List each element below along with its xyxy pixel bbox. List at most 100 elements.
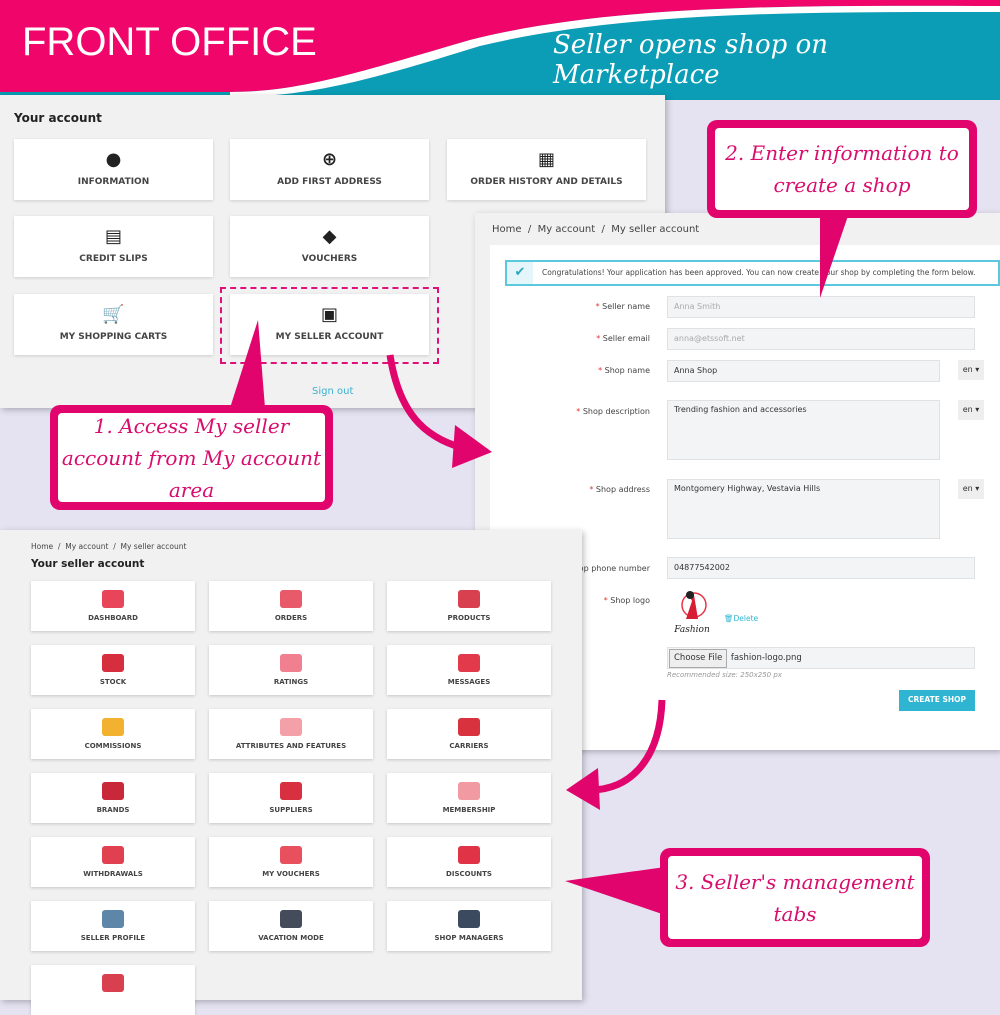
account-tile-information[interactable]: ● INFORMATION — [14, 139, 213, 200]
vouchers-icon — [280, 846, 302, 864]
seller-tile-seller-profile[interactable]: SELLER PROFILE — [31, 901, 195, 951]
seller-tile-stock[interactable]: STOCK — [31, 645, 195, 695]
seller-tile-dashboard[interactable]: DASHBOARD — [31, 581, 195, 631]
seller-tile-withdrawals[interactable]: WITHDRAWALS — [31, 837, 195, 887]
receipt-icon: ▤ — [104, 226, 122, 247]
delete-logo-link[interactable]: 🗑Delete — [724, 614, 758, 623]
tile-label: BRANDS — [96, 806, 130, 814]
orders-icon — [280, 590, 302, 608]
tile-label: ORDER HISTORY AND DETAILS — [470, 177, 623, 187]
banner-subtitle: Seller opens shop on Marketplace — [553, 30, 828, 90]
account-tile-add-first-address[interactable]: ⊕ ADD FIRST ADDRESS — [230, 139, 429, 200]
callout-1-pointer — [230, 320, 265, 408]
callout-step-2-text: 2. Enter information to create a shop — [715, 128, 969, 210]
shop-name-language-select[interactable]: en ▾ — [958, 360, 984, 380]
breadcrumb-home[interactable]: Home — [492, 224, 522, 235]
seller-tile-shop[interactable] — [31, 965, 195, 1015]
account-tile-credit-slips[interactable]: ▤ CREDIT SLIPS — [14, 216, 213, 277]
callout-step-3: 3. Seller's management tabs — [660, 848, 930, 947]
breadcrumb-my-account[interactable]: My account — [65, 542, 108, 551]
shop-description-language-select[interactable]: en ▾ — [958, 400, 984, 420]
ratings-icon — [280, 654, 302, 672]
seller-tile-orders[interactable]: ORDERS — [209, 581, 373, 631]
seller-tile-vacation-mode[interactable]: VACATION MODE — [209, 901, 373, 951]
callout-step-1: 1. Access My seller account from My acco… — [50, 405, 333, 510]
breadcrumb-current: My seller account — [611, 224, 700, 235]
seller-tile-discounts[interactable]: DISCOUNTS — [387, 837, 551, 887]
tile-label: SUPPLIERS — [269, 806, 313, 814]
shop-description-textarea[interactable]: Trending fashion and accessories — [667, 400, 940, 460]
breadcrumb-current: My seller account — [120, 542, 187, 551]
seller-tile-shop-managers[interactable]: SHOP MANAGERS — [387, 901, 551, 951]
breadcrumb-my-account[interactable]: My account — [538, 224, 596, 235]
account-tile-vouchers[interactable]: ◆ VOUCHERS — [230, 216, 429, 277]
shop-address-label: * Shop address — [589, 485, 650, 494]
seller-tile-my-vouchers[interactable]: MY VOUCHERS — [209, 837, 373, 887]
logo-file-input[interactable]: Choose File fashion-logo.png — [667, 647, 975, 669]
shop-description-label: * Shop description — [576, 407, 650, 416]
seller-tile-products[interactable]: PRODUCTS — [387, 581, 551, 631]
cart-icon: 🛒 — [102, 304, 125, 325]
seller-tile-brands[interactable]: BRANDS — [31, 773, 195, 823]
seller-page-title: Your seller account — [31, 558, 145, 570]
user-circle-icon: ● — [105, 149, 122, 170]
sign-out-link[interactable]: Sign out — [312, 386, 353, 397]
shop-address-textarea[interactable]: Montgomery Highway, Vestavia Hills — [667, 479, 940, 539]
seller-email-input[interactable]: anna@etssoft.net — [667, 328, 975, 350]
products-icon — [458, 590, 480, 608]
shop-address-language-select[interactable]: en ▾ — [958, 479, 984, 499]
tile-label: MY VOUCHERS — [262, 870, 320, 878]
tile-label: RATINGS — [273, 678, 309, 686]
fashion-logo-icon — [681, 591, 707, 619]
seller-profile-icon — [102, 910, 124, 928]
tile-label: ATTRIBUTES AND FEATURES — [235, 742, 347, 750]
account-tile-my-shopping-carts[interactable]: 🛒 MY SHOPPING CARTS — [14, 294, 213, 355]
shop-managers-icon — [458, 910, 480, 928]
carriers-icon — [458, 718, 480, 736]
tile-label: COMMISSIONS — [84, 742, 142, 750]
seller-tile-ratings[interactable]: RATINGS — [209, 645, 373, 695]
seller-tile-attributes-and-features[interactable]: ATTRIBUTES AND FEATURES — [209, 709, 373, 759]
seller-email-label: * Seller email — [596, 334, 650, 343]
vacation-icon — [280, 910, 302, 928]
shop-name-input[interactable]: Anna Shop — [667, 360, 940, 382]
logo-hint: Recommended size: 250x250 px — [667, 671, 782, 679]
commissions-icon — [102, 718, 124, 736]
file-name: fashion-logo.png — [730, 653, 802, 663]
account-tile-order-history-and-details[interactable]: ▦ ORDER HISTORY AND DETAILS — [447, 139, 646, 200]
success-alert: ✔ Congratulations! Your application has b… — [505, 260, 1000, 286]
map-pin-plus-icon: ⊕ — [321, 149, 338, 170]
choose-file-button[interactable]: Choose File — [669, 649, 728, 668]
seller-tile-messages[interactable]: MESSAGES — [387, 645, 551, 695]
tile-label: DASHBOARD — [88, 614, 138, 622]
tile-label: ORDERS — [274, 614, 308, 622]
seller-breadcrumb: Home / My account / My seller account — [31, 542, 187, 551]
tile-label: VOUCHERS — [301, 254, 358, 264]
tile-label: ADD FIRST ADDRESS — [277, 177, 382, 187]
callout-2-pointer — [820, 210, 850, 298]
callout-3-pointer — [565, 867, 665, 915]
tag-icon: ◆ — [322, 226, 337, 247]
messages-icon — [458, 654, 480, 672]
callout-step-1-text: 1. Access My seller account from My acco… — [58, 413, 325, 502]
breadcrumb-home[interactable]: Home — [31, 542, 53, 551]
calendar-icon: ▦ — [537, 149, 555, 170]
shop-phone-input[interactable]: 04877542002 — [667, 557, 975, 579]
shop-name-label: * Shop name — [598, 366, 650, 375]
seller-tile-suppliers[interactable]: SUPPLIERS — [209, 773, 373, 823]
seller-tile-commissions[interactable]: COMMISSIONS — [31, 709, 195, 759]
attributes-icon — [280, 718, 302, 736]
tile-label: MESSAGES — [447, 678, 491, 686]
callout-step-3-text: 3. Seller's management tabs — [668, 856, 922, 939]
tile-label: WITHDRAWALS — [83, 870, 143, 878]
seller-tile-carriers[interactable]: CARRIERS — [387, 709, 551, 759]
shop-logo-image: Fashion — [668, 589, 716, 639]
tile-label: MEMBERSHIP — [442, 806, 496, 814]
create-shop-button[interactable]: CREATE SHOP — [899, 690, 975, 711]
tile-label: SELLER PROFILE — [80, 934, 146, 942]
tile-label: PRODUCTS — [447, 614, 491, 622]
tile-label: CREDIT SLIPS — [79, 254, 148, 264]
seller-tile-membership[interactable]: MEMBERSHIP — [387, 773, 551, 823]
discounts-icon — [458, 846, 480, 864]
tile-label: INFORMATION — [77, 177, 150, 187]
